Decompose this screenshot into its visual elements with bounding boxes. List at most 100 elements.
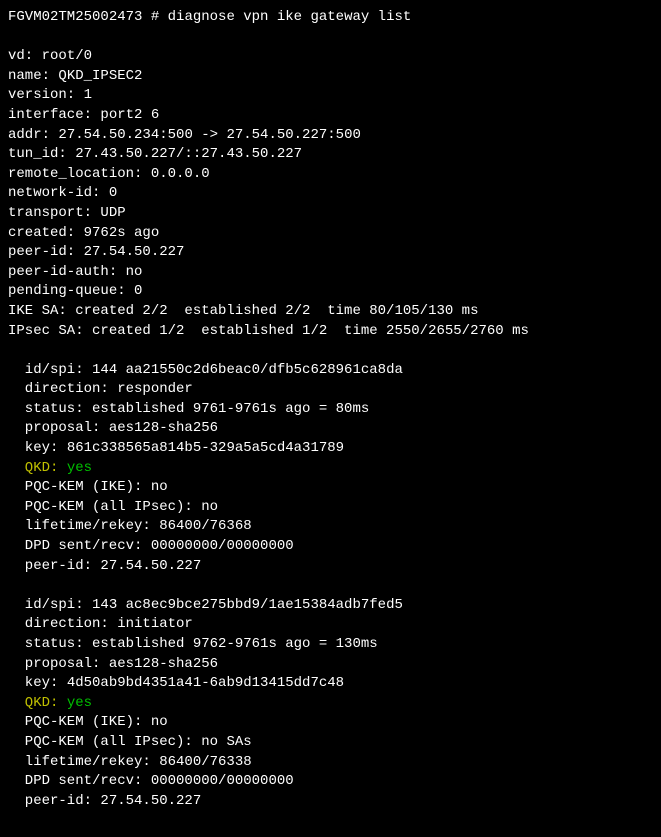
pqc-kem-ipsec-label: PQC-KEM (all IPsec): xyxy=(25,499,201,515)
sa0-dpd-line: DPD sent/recv: 00000000/00000000 xyxy=(8,537,653,557)
tun-id-value: 27.43.50.227/::27.43.50.227 xyxy=(75,146,302,162)
blank-line xyxy=(8,341,653,361)
transport-value: UDP xyxy=(100,205,125,221)
peer-id-label: peer-id: xyxy=(25,793,101,809)
pqc-kem-ike-colon: : xyxy=(134,479,151,495)
key-value: 4d50ab9bd4351a41-6ab9d13415dd7c48 xyxy=(67,675,344,691)
proposal-value: aes128-sha256 xyxy=(109,656,218,672)
vd-value: root/0 xyxy=(42,48,92,64)
dpd-label: DPD sent/recv: xyxy=(25,538,151,554)
pqc-kem-ike-label: PQC-KEM (IKE) xyxy=(25,479,134,495)
blank-line xyxy=(8,576,653,596)
key-label: key: xyxy=(25,440,67,456)
network-id-line: network-id: 0 xyxy=(8,184,653,204)
vd-line: vd: root/0 xyxy=(8,47,653,67)
id-spi-label: id/spi: xyxy=(25,597,92,613)
peer-id-value: 27.54.50.227 xyxy=(84,244,185,260)
addr-line: addr: 27.54.50.234:500 -> 27.54.50.227:5… xyxy=(8,126,653,146)
sa1-pqc-kem-ipsec-line: PQC-KEM (all IPsec): no SAs xyxy=(8,733,653,753)
sa0-key-line: key: 861c338565a814b5-329a5a5cd4a31789 xyxy=(8,439,653,459)
sa0-direction-line: direction: responder xyxy=(8,380,653,400)
sa1-pqc-kem-ike-line: PQC-KEM (IKE): no xyxy=(8,713,653,733)
sa0-status-line: status: established 9761-9761s ago = 80m… xyxy=(8,400,653,420)
dpd-label: DPD sent/recv: xyxy=(25,773,151,789)
sa1-dpd-line: DPD sent/recv: 00000000/00000000 xyxy=(8,772,653,792)
peer-id-label: peer-id: xyxy=(25,558,101,574)
remote-location-label: remote_location: xyxy=(8,166,151,182)
peer-id-auth-value: no xyxy=(126,264,143,280)
direction-value: responder xyxy=(117,381,193,397)
created-label: created: xyxy=(8,225,84,241)
sa1-direction-line: direction: initiator xyxy=(8,615,653,635)
peer-id-line: peer-id: 27.54.50.227 xyxy=(8,243,653,263)
version-line: version: 1 xyxy=(8,86,653,106)
remote-location-line: remote_location: 0.0.0.0 xyxy=(8,165,653,185)
addr-label: addr: xyxy=(8,127,58,143)
network-id-label: network-id: xyxy=(8,185,109,201)
prompt-line: FGVM02TM25002473 # diagnose vpn ike gate… xyxy=(8,8,653,28)
direction-label: direction: xyxy=(25,616,117,632)
id-spi-value: 143 ac8ec9bce275bbd9/1ae15384adb7fed5 xyxy=(92,597,403,613)
interface-value: port2 6 xyxy=(100,107,159,123)
ike-sa-line: IKE SA: created 2/2 established 2/2 time… xyxy=(8,302,653,322)
version-value: 1 xyxy=(84,87,92,103)
pqc-kem-ike-colon: : xyxy=(134,714,151,730)
created-value: 9762s ago xyxy=(84,225,160,241)
proposal-label: proposal: xyxy=(25,420,109,436)
tun-id-label: tun_id: xyxy=(8,146,75,162)
lifetime-value: 86400/76368 xyxy=(159,518,251,534)
remote-location-value: 0.0.0.0 xyxy=(151,166,210,182)
pending-queue-line: pending-queue: 0 xyxy=(8,282,653,302)
ipsec-sa-line: IPsec SA: created 1/2 established 1/2 ti… xyxy=(8,322,653,342)
status-value: established 9762-9761s ago = 130ms xyxy=(92,636,378,652)
blank-line xyxy=(8,28,653,48)
qkd-value: yes xyxy=(67,695,92,711)
hostname: FGVM02TM25002473 xyxy=(8,9,142,25)
lifetime-value: 86400/76338 xyxy=(159,754,251,770)
dpd-value: 00000000/00000000 xyxy=(151,538,294,554)
lifetime-label: lifetime/rekey: xyxy=(25,754,159,770)
sa1-peer-id-line: peer-id: 27.54.50.227 xyxy=(8,792,653,812)
name-line: name: QKD_IPSEC2 xyxy=(8,67,653,87)
prompt-separator: # xyxy=(142,9,167,25)
pending-queue-value: 0 xyxy=(134,283,142,299)
sa0-pqc-kem-ike-line: PQC-KEM (IKE): no xyxy=(8,478,653,498)
qkd-value: yes xyxy=(67,460,92,476)
pqc-kem-ike-value: no xyxy=(151,714,168,730)
interface-label: interface: xyxy=(8,107,100,123)
network-id-value: 0 xyxy=(109,185,117,201)
addr-value: 27.54.50.234:500 -> 27.54.50.227:500 xyxy=(58,127,360,143)
direction-value: initiator xyxy=(117,616,193,632)
status-value: established 9761-9761s ago = 80ms xyxy=(92,401,369,417)
sa1-qkd-line: QKD: yes xyxy=(8,694,653,714)
proposal-value: aes128-sha256 xyxy=(109,420,218,436)
key-value: 861c338565a814b5-329a5a5cd4a31789 xyxy=(67,440,344,456)
sa1-id-spi-line: id/spi: 143 ac8ec9bce275bbd9/1ae15384adb… xyxy=(8,596,653,616)
name-value: QKD_IPSEC2 xyxy=(58,68,142,84)
sa1-key-line: key: 4d50ab9bd4351a41-6ab9d13415dd7c48 xyxy=(8,674,653,694)
sa1-lifetime-line: lifetime/rekey: 86400/76338 xyxy=(8,753,653,773)
pqc-kem-ipsec-label: PQC-KEM (all IPsec): xyxy=(25,734,201,750)
transport-label: transport: xyxy=(8,205,100,221)
dpd-value: 00000000/00000000 xyxy=(151,773,294,789)
peer-id-label: peer-id: xyxy=(8,244,84,260)
direction-label: direction: xyxy=(25,381,117,397)
id-spi-label: id/spi: xyxy=(25,362,92,378)
pqc-kem-ipsec-value: no SAs xyxy=(201,734,251,750)
tun-id-line: tun_id: 27.43.50.227/::27.43.50.227 xyxy=(8,145,653,165)
sa0-id-spi-line: id/spi: 144 aa21550c2d6beac0/dfb5c628961… xyxy=(8,361,653,381)
sa1-proposal-line: proposal: aes128-sha256 xyxy=(8,655,653,675)
command: diagnose vpn ike gateway list xyxy=(168,9,412,25)
pqc-kem-ike-value: no xyxy=(151,479,168,495)
status-label: status: xyxy=(25,636,92,652)
qkd-label: QKD: xyxy=(25,460,67,476)
proposal-label: proposal: xyxy=(25,656,109,672)
pqc-kem-ipsec-value: no xyxy=(201,499,218,515)
sa0-qkd-line: QKD: yes xyxy=(8,459,653,479)
lifetime-label: lifetime/rekey: xyxy=(25,518,159,534)
vd-label: vd: xyxy=(8,48,42,64)
transport-line: transport: UDP xyxy=(8,204,653,224)
sa1-status-line: status: established 9762-9761s ago = 130… xyxy=(8,635,653,655)
peer-id-value: 27.54.50.227 xyxy=(100,558,201,574)
peer-id-value: 27.54.50.227 xyxy=(100,793,201,809)
